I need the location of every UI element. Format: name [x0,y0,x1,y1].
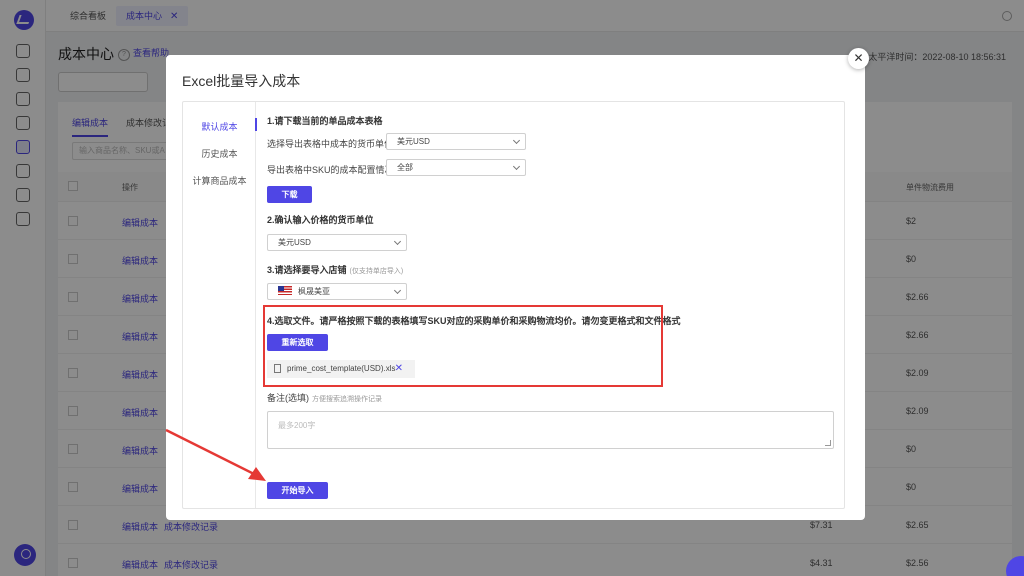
annotation-arrow [165,428,266,481]
